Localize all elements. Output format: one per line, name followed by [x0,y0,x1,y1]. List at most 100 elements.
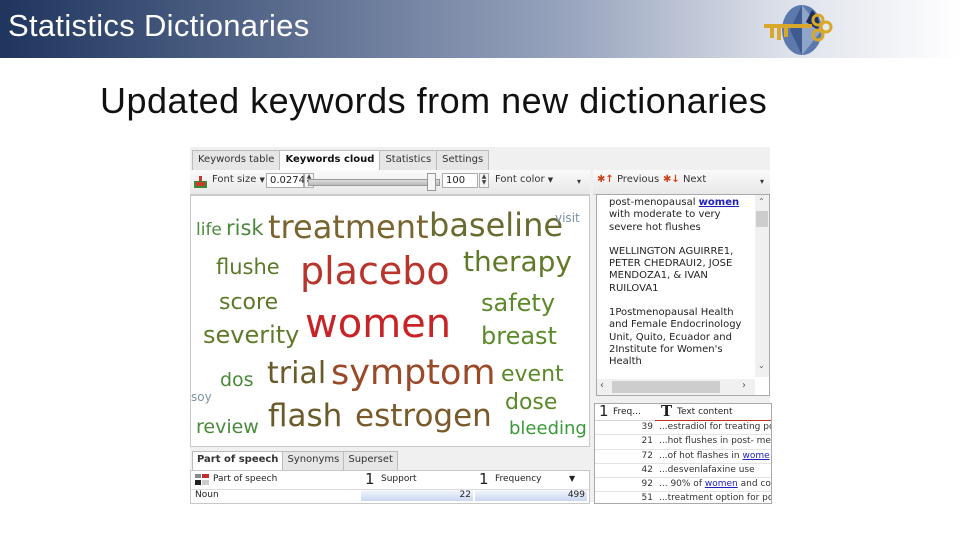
header-title: Statistics Dictionaries [8,8,310,43]
slider-handle[interactable] [427,173,436,191]
tab-synonyms[interactable]: Synonyms [282,451,345,470]
keyword-link[interactable]: wome [742,451,769,461]
navigator-toolbar: ✱↑ Previous ✱↓ Next ▾ [593,170,770,195]
row-frequency: 21 [641,436,653,447]
cloud-word[interactable]: risk [226,218,264,239]
cloud-word[interactable]: score [219,292,278,314]
tab-settings[interactable]: Settings [436,150,490,171]
table-row[interactable]: 39 ...estradiol for treating po [595,421,772,436]
cloud-word[interactable]: flushe [216,257,280,278]
toolbar-overflow-icon[interactable]: ▾ [760,177,764,186]
cloud-word[interactable]: soy [191,391,212,403]
toolbar-overflow-icon[interactable]: ▾ [577,177,581,186]
cloud-word[interactable]: dose [505,392,557,414]
column-header-text[interactable]: Text content [677,407,733,417]
text-column-icon: T [661,403,673,420]
scroll-down-icon[interactable]: ⌄ [758,361,765,370]
row-text: ...of hot flashes in wome [659,450,770,461]
next-label: Next [682,174,707,185]
category-column-icon [195,474,209,485]
column-header-pos[interactable]: Part of speech [213,474,277,484]
numeric-column-icon: 1 [479,470,489,488]
tab-keywords-table[interactable]: Keywords table [192,150,281,171]
previous-button[interactable]: ✱↑ Previous [597,174,659,185]
keyword-occurrences-table: 1 Freq... T Text content 39 ...estradiol … [594,403,772,504]
table-row[interactable]: 72 ...of hot flashes in wome [595,450,771,464]
bottom-tabs: Part of speech Synonyms Superset [192,451,398,470]
next-button[interactable]: ✱↓ Next [663,174,706,185]
cloud-word[interactable]: dos [220,371,254,390]
document-text: post-menopausal women with moderate to v… [609,197,749,381]
cloud-word[interactable]: trial [267,359,326,389]
cloud-word[interactable]: safety [481,291,555,315]
table-header: 1 Freq... T Text content [595,404,771,421]
cloud-word[interactable]: baseline [429,209,563,241]
main-tabs: Keywords table Keywords cloud Statistics… [192,150,490,171]
font-size-max-spinner[interactable]: ▲ ▼ [479,173,489,188]
font-size-max-input[interactable]: 100 [442,173,478,188]
next-match-icon: ✱↓ [663,174,680,185]
cloud-word[interactable]: symptom [331,356,496,391]
part-of-speech-table: Part of speech 1 Support 1 Frequency ▼ N… [190,470,590,504]
cloud-word[interactable]: severity [203,323,299,347]
scrollbar-thumb[interactable] [756,211,768,227]
cloud-word[interactable]: visit [555,212,580,224]
tab-superset[interactable]: Superset [343,451,398,470]
chevron-down-icon: ▼ [259,176,265,184]
doc-text: post-menopausal [609,197,699,208]
table-row[interactable]: 92 ... 90% of women and co [595,478,771,493]
scroll-right-icon[interactable]: › [742,380,746,391]
column-header-support[interactable]: Support [381,474,417,484]
table-row[interactable]: 21 ...hot flushes in post- me [595,435,771,450]
numeric-column-icon: 1 [599,403,609,420]
table-row[interactable]: 51 ...treatment option for po [595,492,771,504]
cloud-word[interactable]: event [501,364,564,386]
row-text: ...estradiol for treating po [659,422,772,432]
row-frequency: 51 [641,493,653,504]
scroll-up-icon[interactable]: ⌃ [758,197,765,206]
font-size-range-slider[interactable] [308,179,440,186]
horizontal-scrollbar[interactable]: ‹ › [597,379,755,395]
row-frequency: 39 [641,422,653,432]
doc-text: with moderate to very severe hot flushes [609,209,721,233]
column-header-frequency[interactable]: Frequency [495,474,542,484]
app-window: Keywords table Keywords cloud Statistics… [190,147,772,504]
row-text: ...hot flushes in post- me [659,436,771,447]
cloud-word[interactable]: therapy [463,248,572,276]
row-support: 22 [459,490,471,500]
cloud-word[interactable]: life [196,222,222,239]
row-frequency: 499 [567,490,585,500]
vertical-scrollbar[interactable]: ⌃ ⌄ [755,195,769,377]
table-row[interactable]: Noun 22 499 [191,490,589,502]
doc-authors: WELLINGTON AGUIRRE1, PETER CHEDRAUI2, JO… [609,245,734,294]
tab-keywords-cloud[interactable]: Keywords cloud [279,150,381,171]
previous-match-icon: ✱↑ [597,174,614,185]
font-size-dropdown[interactable]: Font size ▼ [212,174,265,185]
column-header-frequency[interactable]: Freq... [613,407,641,417]
tab-part-of-speech[interactable]: Part of speech [192,451,284,470]
keyword-link[interactable]: women [705,479,738,489]
font-color-dropdown[interactable]: Font color ▼ [495,174,553,185]
sort-descending-icon[interactable]: ▼ [569,474,575,483]
keyword-link[interactable]: women [699,197,739,208]
cloud-word[interactable]: estrogen [355,401,492,432]
scroll-left-icon[interactable]: ‹ [600,380,604,391]
row-frequency: 92 [641,479,653,490]
cloud-word[interactable]: women [305,304,451,344]
font-size-min-input[interactable]: 0.02740 [266,173,311,188]
table-row[interactable]: 42 ...desvenlafaxine use [595,464,771,479]
font-size-icon [194,176,207,188]
cloud-word[interactable]: breast [481,324,557,348]
tab-statistics[interactable]: Statistics [379,150,438,171]
numeric-column-icon: 1 [365,470,375,488]
cloud-word[interactable]: flash [268,401,342,432]
row-frequency: 42 [641,464,653,475]
cloud-word[interactable]: review [196,418,259,437]
doc-affiliation: 1Postmenopausal Health and Female Endocr… [609,307,742,368]
cloud-word[interactable]: treatment [268,211,429,243]
cloud-word[interactable]: placebo [300,252,450,290]
chevron-down-icon: ▼ [547,176,554,184]
row-text: ... 90% of women and co [659,479,771,490]
cloud-word[interactable]: bleeding [509,420,587,438]
scrollbar-thumb[interactable] [612,381,720,393]
